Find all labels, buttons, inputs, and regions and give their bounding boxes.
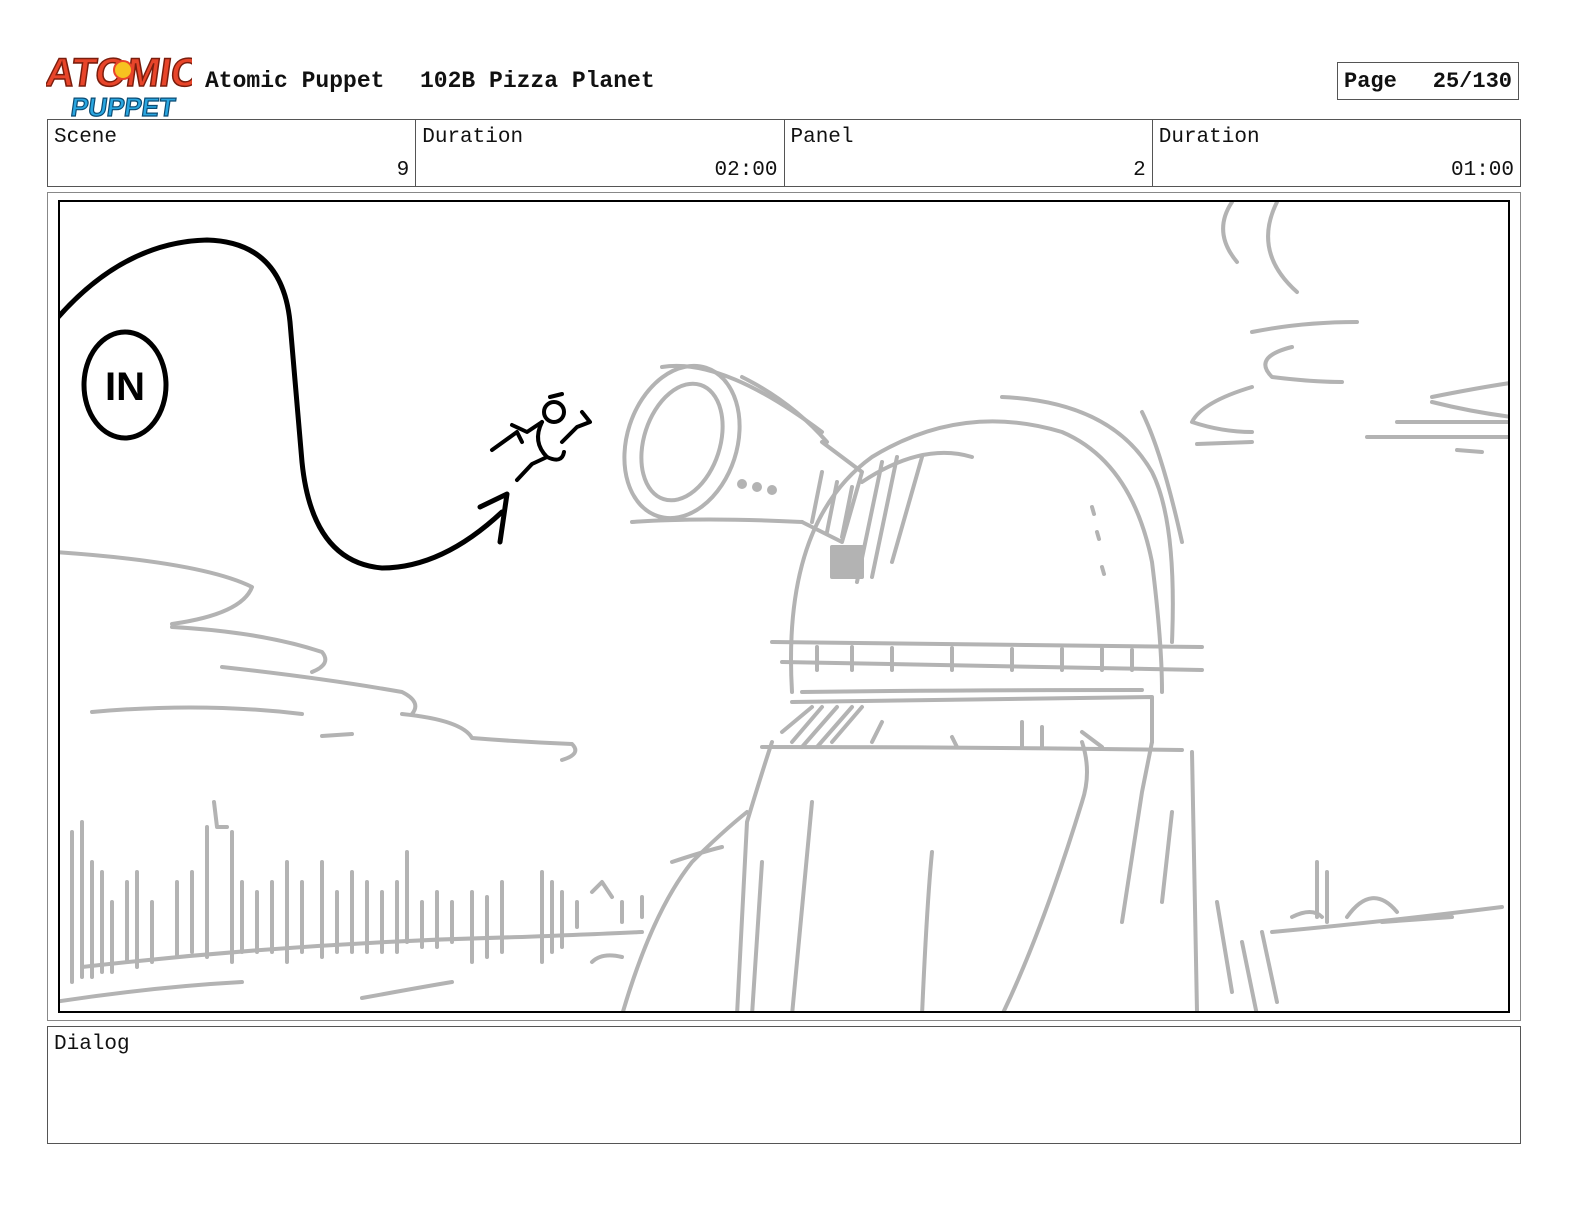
dialog-box: Dialog [47,1026,1521,1144]
panel-duration-label: Duration [1158,126,1260,149]
scene-value: 9 [396,159,410,182]
page-label: Page [1344,68,1397,94]
scene-duration-value: 02:00 [714,159,778,182]
svg-text:PUPPET: PUPPET [69,92,177,120]
page-indicator: Page 25/130 [1337,62,1519,100]
flying-character [490,392,592,482]
show-title: Atomic Puppet [205,68,385,94]
in-marker: IN [81,329,169,441]
scene-duration-cell: Duration 02:00 [416,120,785,186]
panel-label: Panel [790,126,854,149]
scene-label: Scene [54,126,118,149]
atomic-puppet-logo: ATOMIC PUPPET [42,44,204,122]
in-marker-label: IN [105,365,145,409]
panel-cell: Panel 2 [785,120,1153,186]
dialog-label: Dialog [54,1033,130,1056]
panel-value: 2 [1133,159,1146,182]
storyboard-panel-drawing: IN [58,200,1510,1013]
panel-duration-value: 01:00 [1450,159,1514,182]
scene-info-row: Scene 9 Duration 02:00 Panel 2 Duration … [47,119,1521,187]
background-sketch [60,202,1508,1011]
episode-title: 102B Pizza Planet [420,68,655,94]
scene-duration-label: Duration [422,126,524,149]
scene-cell: Scene 9 [48,120,417,186]
panel-duration-cell: Duration 01:00 [1153,120,1520,186]
page-number: 25/130 [1432,68,1512,94]
